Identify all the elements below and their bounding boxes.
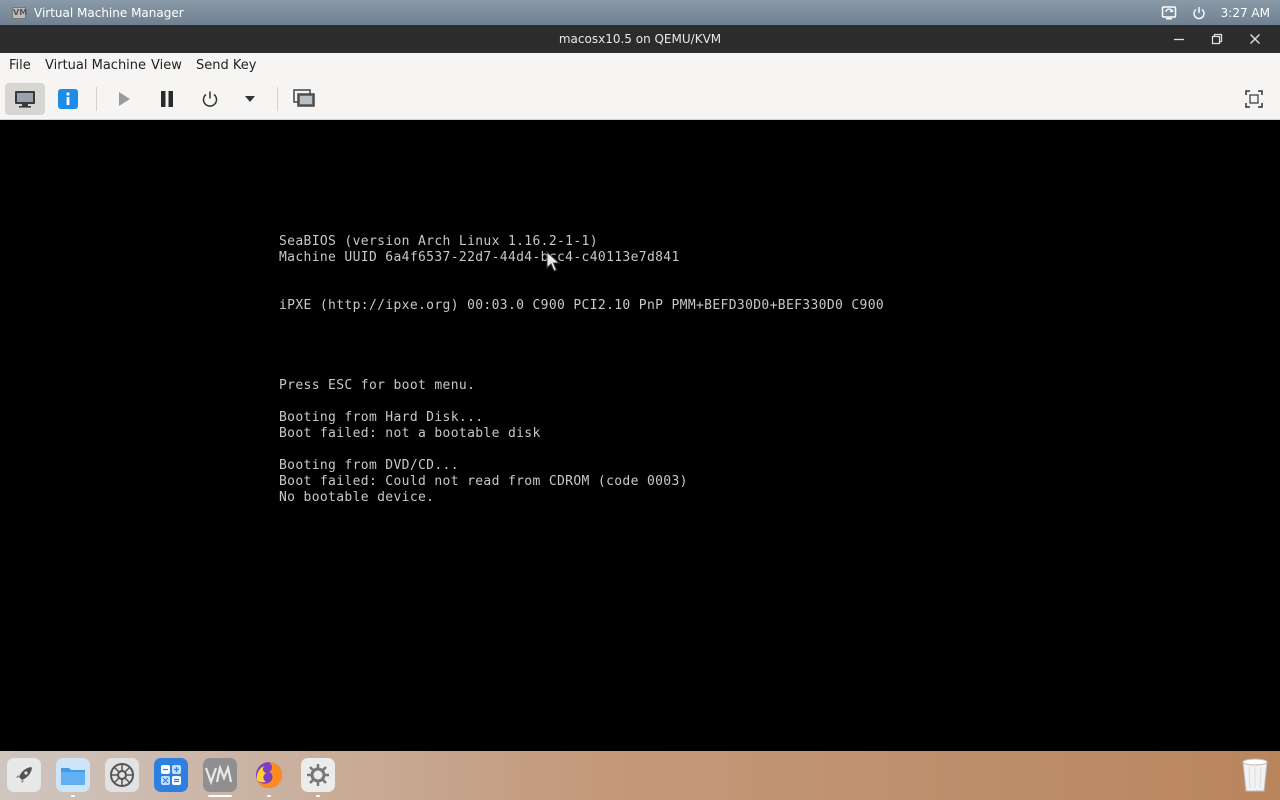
menu-file[interactable]: File (9, 53, 31, 79)
window-title-bar[interactable]: macosx10.5 on QEMU/KVM (0, 25, 1280, 53)
running-indicator (71, 795, 75, 797)
menu-virtual-machine[interactable]: Virtual Machine (45, 53, 146, 79)
play-icon (119, 92, 130, 106)
launchpad-icon[interactable] (7, 758, 41, 792)
clock[interactable]: 3:27 AM (1221, 6, 1270, 20)
power-icon (202, 91, 218, 107)
calculator-icon[interactable] (154, 758, 188, 792)
run-button[interactable] (104, 83, 144, 115)
snapshots-button[interactable] (284, 83, 324, 115)
dock (0, 751, 1280, 800)
running-indicator (267, 795, 271, 797)
console-line: Boot failed: Could not read from CDROM (… (279, 474, 688, 489)
menu-view[interactable]: View (151, 53, 182, 79)
system-settings-icon[interactable] (105, 758, 139, 792)
window-title: macosx10.5 on QEMU/KVM (558, 32, 722, 46)
system-top-panel: VM Virtual Machine Manager 3:27 AM (0, 0, 1280, 25)
fullscreen-icon (1245, 90, 1263, 108)
toolbar (0, 79, 1280, 120)
console-line: Boot failed: not a bootable disk (279, 426, 541, 441)
shutdown-button[interactable] (190, 83, 230, 115)
mouse-pointer-icon (546, 250, 561, 277)
settings-gear-icon[interactable] (301, 758, 335, 792)
power-icon[interactable] (1191, 5, 1207, 21)
firefox-icon[interactable] (252, 758, 286, 792)
trash-icon[interactable] (1237, 758, 1273, 792)
menu-bar: File Virtual Machine View Send Key (0, 53, 1280, 79)
console-line: Press ESC for boot menu. (279, 378, 476, 393)
monitor-icon (15, 91, 35, 108)
shutdown-menu-button[interactable] (230, 83, 270, 115)
virt-manager-app-icon: VM (12, 6, 28, 19)
fullscreen-button[interactable] (1234, 83, 1274, 115)
active-app-name: Virtual Machine Manager (34, 5, 184, 20)
menu-send-key[interactable]: Send Key (196, 53, 256, 79)
active-app-indicator[interactable]: VM Virtual Machine Manager (12, 0, 184, 25)
pause-button[interactable] (147, 83, 187, 115)
vm-console-display[interactable]: SeaBIOS (version Arch Linux 1.16.2-1-1) … (0, 120, 1280, 751)
active-indicator (208, 795, 232, 797)
files-icon[interactable] (56, 758, 90, 792)
console-line: SeaBIOS (version Arch Linux 1.16.2-1-1) (279, 234, 598, 249)
display-sync-icon[interactable] (1161, 5, 1177, 21)
console-line: Machine UUID 6a4f6537-22d7-44d4-bcc4-c40… (279, 250, 680, 265)
toolbar-separator (277, 87, 278, 111)
restore-button[interactable] (1198, 25, 1236, 53)
console-view-button[interactable] (5, 83, 45, 115)
virt-manager-icon[interactable] (203, 758, 237, 792)
console-line: No bootable device. (279, 490, 435, 505)
console-line: Booting from Hard Disk... (279, 410, 484, 425)
console-line: iPXE (http://ipxe.org) 00:03.0 C900 PCI2… (279, 298, 885, 313)
info-icon (58, 89, 78, 109)
close-button[interactable] (1236, 25, 1274, 53)
toolbar-separator (96, 87, 97, 111)
running-indicator (316, 795, 320, 797)
details-view-button[interactable] (48, 83, 88, 115)
pause-icon (161, 91, 173, 107)
chevron-down-icon (245, 96, 255, 102)
minimize-button[interactable] (1160, 25, 1198, 53)
console-line: Booting from DVD/CD... (279, 458, 459, 473)
snapshots-icon (293, 89, 315, 107)
